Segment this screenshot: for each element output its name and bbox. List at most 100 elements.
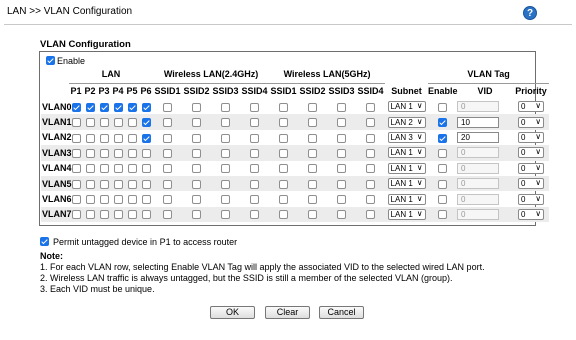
- ssid-24-checkbox[interactable]: [221, 102, 231, 112]
- ssid-24-checkbox[interactable]: [221, 118, 231, 128]
- vlan-tag-enable-checkbox[interactable]: [438, 210, 448, 220]
- lan-port-checkbox[interactable]: [141, 164, 151, 174]
- lan-port-checkbox[interactable]: [127, 195, 137, 205]
- lan-port-checkbox[interactable]: [85, 148, 95, 158]
- lan-port-checkbox[interactable]: [127, 118, 137, 128]
- help-icon[interactable]: ?: [523, 6, 537, 20]
- ssid-5-checkbox[interactable]: [366, 148, 376, 158]
- lan-port-checkbox[interactable]: [85, 164, 95, 174]
- lan-port-checkbox[interactable]: [141, 179, 151, 189]
- vid-input[interactable]: 10: [457, 116, 500, 128]
- lan-port-checkbox[interactable]: [127, 102, 137, 112]
- ssid-24-checkbox[interactable]: [192, 102, 202, 112]
- ssid-24-checkbox[interactable]: [250, 195, 260, 205]
- lan-port-checkbox[interactable]: [141, 195, 151, 205]
- ssid-24-checkbox[interactable]: [192, 179, 202, 189]
- priority-select[interactable]: 0 ∨: [518, 147, 545, 159]
- priority-select[interactable]: 0 ∨: [518, 132, 545, 144]
- lan-port-checkbox[interactable]: [99, 118, 109, 128]
- ssid-5-checkbox[interactable]: [337, 118, 347, 128]
- ssid-24-checkbox[interactable]: [221, 164, 231, 174]
- lan-port-checkbox[interactable]: [71, 148, 81, 158]
- vlan-tag-enable-checkbox[interactable]: [438, 148, 448, 158]
- ssid-5-checkbox[interactable]: [308, 195, 318, 205]
- lan-port-checkbox[interactable]: [71, 102, 81, 112]
- subnet-select[interactable]: LAN 3 ∨: [387, 132, 426, 144]
- priority-select[interactable]: 0 ∨: [518, 162, 545, 174]
- ssid-5-checkbox[interactable]: [337, 102, 347, 112]
- lan-port-checkbox[interactable]: [141, 118, 151, 128]
- ssid-5-checkbox[interactable]: [366, 195, 376, 205]
- ssid-5-checkbox[interactable]: [279, 164, 289, 174]
- lan-port-checkbox[interactable]: [99, 179, 109, 189]
- ssid-5-checkbox[interactable]: [308, 179, 318, 189]
- vid-input[interactable]: 0: [457, 162, 500, 174]
- priority-select[interactable]: 0 ∨: [518, 101, 545, 113]
- ssid-5-checkbox[interactable]: [366, 179, 376, 189]
- ssid-24-checkbox[interactable]: [192, 210, 202, 220]
- ssid-24-checkbox[interactable]: [250, 210, 260, 220]
- priority-select[interactable]: 0 ∨: [518, 178, 545, 190]
- lan-port-checkbox[interactable]: [99, 102, 109, 112]
- lan-port-checkbox[interactable]: [113, 102, 123, 112]
- lan-port-checkbox[interactable]: [127, 164, 137, 174]
- ssid-5-checkbox[interactable]: [308, 210, 318, 220]
- priority-select[interactable]: 0 ∨: [518, 193, 545, 205]
- ok-button[interactable]: OK: [210, 306, 255, 319]
- ssid-5-checkbox[interactable]: [279, 118, 289, 128]
- enable-checkbox[interactable]: [46, 56, 55, 66]
- ssid-5-checkbox[interactable]: [279, 133, 289, 143]
- vid-input[interactable]: 0: [457, 178, 500, 190]
- ssid-5-checkbox[interactable]: [308, 164, 318, 174]
- vid-input[interactable]: 0: [457, 208, 500, 220]
- lan-port-checkbox[interactable]: [127, 179, 137, 189]
- ssid-24-checkbox[interactable]: [221, 179, 231, 189]
- subnet-select[interactable]: LAN 1 ∨: [387, 147, 426, 159]
- ssid-24-checkbox[interactable]: [163, 148, 173, 158]
- ssid-24-checkbox[interactable]: [192, 118, 202, 128]
- lan-port-checkbox[interactable]: [71, 179, 81, 189]
- lan-port-checkbox[interactable]: [141, 210, 151, 220]
- ssid-5-checkbox[interactable]: [337, 164, 347, 174]
- vid-input[interactable]: 20: [457, 132, 500, 144]
- ssid-5-checkbox[interactable]: [337, 133, 347, 143]
- lan-port-checkbox[interactable]: [71, 133, 81, 143]
- ssid-24-checkbox[interactable]: [192, 195, 202, 205]
- ssid-24-checkbox[interactable]: [192, 133, 202, 143]
- lan-port-checkbox[interactable]: [85, 118, 95, 128]
- lan-port-checkbox[interactable]: [141, 148, 151, 158]
- vid-input[interactable]: 0: [457, 193, 500, 205]
- lan-port-checkbox[interactable]: [113, 179, 123, 189]
- ssid-24-checkbox[interactable]: [250, 133, 260, 143]
- ssid-24-checkbox[interactable]: [192, 164, 202, 174]
- lan-port-checkbox[interactable]: [99, 133, 109, 143]
- lan-port-checkbox[interactable]: [113, 118, 123, 128]
- vlan-tag-enable-checkbox[interactable]: [438, 102, 448, 112]
- ssid-5-checkbox[interactable]: [366, 210, 376, 220]
- ssid-5-checkbox[interactable]: [279, 195, 289, 205]
- ssid-5-checkbox[interactable]: [308, 133, 318, 143]
- ssid-24-checkbox[interactable]: [163, 179, 173, 189]
- ssid-5-checkbox[interactable]: [366, 133, 376, 143]
- lan-port-checkbox[interactable]: [113, 148, 123, 158]
- ssid-5-checkbox[interactable]: [308, 118, 318, 128]
- ssid-24-checkbox[interactable]: [163, 133, 173, 143]
- subnet-select[interactable]: LAN 1 ∨: [387, 178, 426, 190]
- ssid-24-checkbox[interactable]: [250, 102, 260, 112]
- ssid-5-checkbox[interactable]: [366, 118, 376, 128]
- subnet-select[interactable]: LAN 1 ∨: [387, 193, 426, 205]
- lan-port-checkbox[interactable]: [113, 133, 123, 143]
- ssid-5-checkbox[interactable]: [366, 102, 376, 112]
- ssid-24-checkbox[interactable]: [250, 118, 260, 128]
- ssid-24-checkbox[interactable]: [163, 164, 173, 174]
- ssid-5-checkbox[interactable]: [337, 195, 347, 205]
- lan-port-checkbox[interactable]: [127, 210, 137, 220]
- permit-untagged-checkbox[interactable]: [40, 237, 49, 247]
- lan-port-checkbox[interactable]: [113, 164, 123, 174]
- ssid-24-checkbox[interactable]: [163, 118, 173, 128]
- ssid-5-checkbox[interactable]: [279, 148, 289, 158]
- ssid-5-checkbox[interactable]: [279, 210, 289, 220]
- ssid-5-checkbox[interactable]: [337, 179, 347, 189]
- lan-port-checkbox[interactable]: [127, 133, 137, 143]
- lan-port-checkbox[interactable]: [127, 148, 137, 158]
